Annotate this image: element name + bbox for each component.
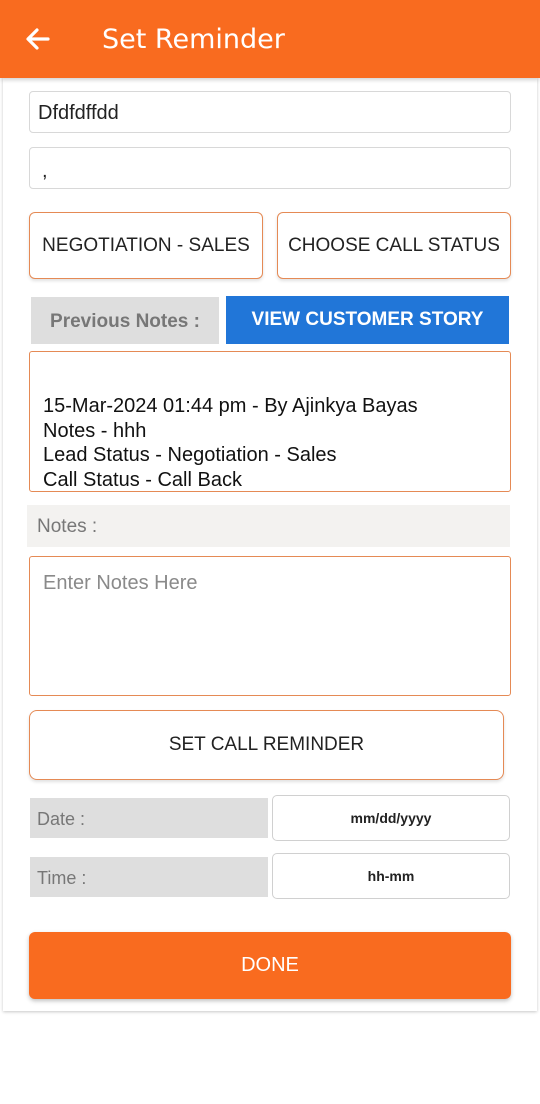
back-button[interactable] [18,18,60,60]
secondary-field[interactable]: , [29,147,511,189]
time-input[interactable]: hh-mm [272,853,510,899]
call-status-button[interactable]: CHOOSE CALL STATUS [277,212,511,279]
done-button[interactable]: DONE [29,932,511,999]
previous-notes-label: Previous Notes : [31,297,219,344]
page-title: Set Reminder [102,24,285,55]
name-field-value: Dfdfdffdd [38,102,119,124]
notes-label: Notes : [27,505,510,547]
name-field[interactable]: Dfdfdffdd [29,91,511,133]
app-bar: Set Reminder [0,0,540,78]
previous-notes-content: 15-Mar-2024 01:44 pm - By Ajinkya Bayas … [43,395,418,491]
time-label: Time : [30,857,268,897]
notes-box [29,556,511,696]
secondary-field-value: , [42,160,48,182]
date-input[interactable]: mm/dd/yyyy [272,795,510,841]
date-label: Date : [30,798,268,838]
arrow-left-icon [26,28,50,50]
previous-notes-box[interactable]: 15-Mar-2024 01:44 pm - By Ajinkya Bayas … [29,351,511,492]
lead-status-button[interactable]: NEGOTIATION - SALES [29,212,263,279]
set-call-reminder-button[interactable]: SET CALL REMINDER [29,710,504,780]
view-customer-story-button[interactable]: VIEW CUSTOMER STORY [226,296,509,344]
notes-input[interactable] [43,572,493,695]
